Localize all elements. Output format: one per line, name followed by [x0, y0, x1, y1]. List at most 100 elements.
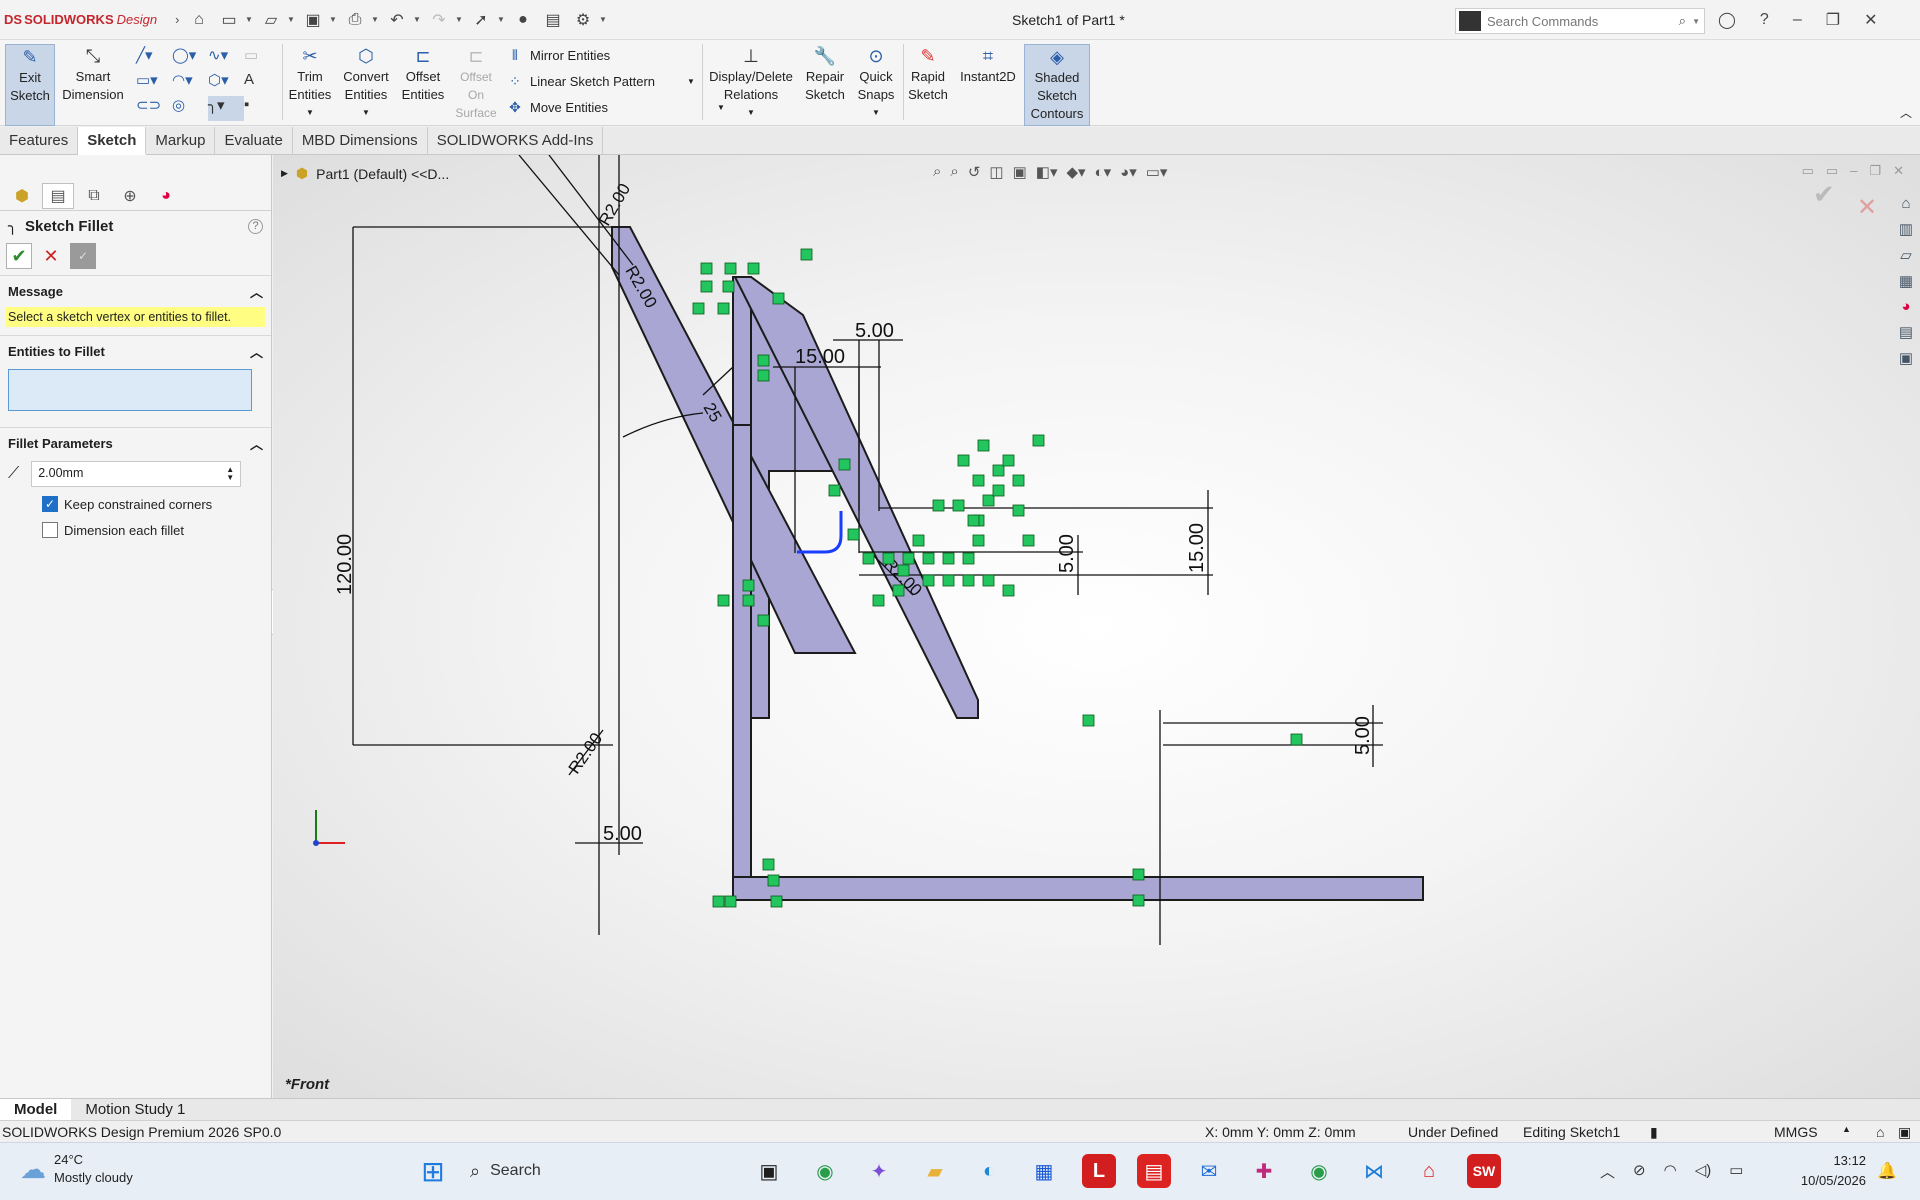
relation-glyph[interactable]: [828, 484, 841, 497]
exit-sketch-button[interactable]: ✎ Exit Sketch: [5, 44, 55, 126]
undo-icon[interactable]: ↶: [383, 6, 411, 34]
relation-glyph[interactable]: [942, 552, 955, 565]
message-section-header[interactable]: Message ︿: [0, 275, 271, 305]
chevron-down-icon[interactable]: ▼: [599, 15, 609, 24]
chevron-down-icon[interactable]: ▼: [413, 15, 423, 24]
relation-glyph[interactable]: [897, 564, 910, 577]
graphics-area[interactable]: ▶ ⬢ Part1 (Default) <<D... ⌕ ⌕ ↺ ◫ ▣ ◧▾ …: [273, 155, 1920, 1098]
relation-glyph[interactable]: [1012, 504, 1025, 517]
relation-glyph[interactable]: [772, 292, 785, 305]
relation-glyph[interactable]: [847, 528, 860, 541]
chrome-icon[interactable]: ◉: [808, 1154, 842, 1188]
tab-solidworks-addins[interactable]: SOLIDWORKS Add-Ins: [428, 127, 604, 155]
open-folder-icon[interactable]: ▱: [257, 6, 285, 34]
chevron-down-icon[interactable]: ▼: [245, 15, 255, 24]
dim-15-right[interactable]: 15.00: [1186, 523, 1208, 573]
chevron-down-icon[interactable]: ▼: [687, 77, 695, 86]
relation-glyph[interactable]: [712, 895, 725, 908]
relation-glyph[interactable]: [1002, 454, 1015, 467]
bottom-flange[interactable]: [732, 876, 1424, 901]
file-properties-icon[interactable]: ▤: [539, 6, 567, 34]
point-icon[interactable]: ◎: [172, 96, 208, 121]
relation-glyph[interactable]: [862, 552, 875, 565]
search-commands-input[interactable]: Search Commands ⌕ ▼: [1455, 8, 1705, 34]
tab-markup[interactable]: Markup: [146, 127, 216, 155]
arc-icon[interactable]: ◠▾: [172, 71, 208, 96]
relation-glyph[interactable]: [962, 574, 975, 587]
chevron-up-icon[interactable]: ︿: [250, 434, 263, 453]
relation-glyph[interactable]: [992, 484, 1005, 497]
repair-sketch-button[interactable]: 🔧 Repair Sketch: [800, 44, 850, 104]
chevron-up-icon[interactable]: ︿: [1600, 1161, 1615, 1182]
feature-manager-icon[interactable]: ⬢: [6, 183, 38, 209]
clock[interactable]: 13:12 10/05/2026: [1780, 1151, 1866, 1191]
relation-glyph[interactable]: [757, 614, 770, 627]
fillet-radius-input[interactable]: 2.00mm ▲ ▼: [31, 461, 242, 487]
fillet-selection[interactable]: [797, 511, 843, 554]
relation-glyph[interactable]: [942, 574, 955, 587]
keep-constrained-corners-checkbox[interactable]: ✓ Keep constrained corners: [0, 491, 271, 517]
relation-glyph[interactable]: [882, 552, 895, 565]
trim-entities-button[interactable]: ✂ Trim Entities ▼: [285, 44, 335, 122]
relation-glyph[interactable]: [722, 280, 735, 293]
relation-glyph[interactable]: [957, 454, 970, 467]
relation-glyph[interactable]: [700, 280, 713, 293]
relation-glyph[interactable]: [872, 594, 885, 607]
select-pointer-icon[interactable]: ➚: [467, 6, 495, 34]
edge-icon[interactable]: ◐: [972, 1154, 1006, 1188]
relation-glyph[interactable]: [892, 584, 905, 597]
solidworks-taskbar-icon[interactable]: SW: [1467, 1154, 1501, 1188]
relation-glyph[interactable]: [902, 552, 915, 565]
user-account-icon[interactable]: ◯: [1718, 10, 1736, 30]
configuration-manager-icon[interactable]: ⧉: [78, 183, 110, 209]
chevron-down-icon[interactable]: ▼: [371, 15, 381, 24]
relation-glyph[interactable]: [1132, 894, 1145, 907]
traffic-light-icon[interactable]: ●: [509, 6, 537, 34]
relation-glyph[interactable]: [1002, 584, 1015, 597]
taskbar-search[interactable]: ⌕ Search: [470, 1154, 740, 1188]
entities-selection-box[interactable]: [8, 369, 252, 411]
checkbox-unchecked-icon[interactable]: [42, 522, 58, 538]
windows-start-icon[interactable]: ⊞: [416, 1154, 450, 1188]
relation-glyph[interactable]: [952, 499, 965, 512]
relation-glyph[interactable]: [972, 534, 985, 547]
chevron-down-icon[interactable]: ▼: [362, 104, 370, 122]
relation-glyph[interactable]: [692, 302, 705, 315]
notifications-icon[interactable]: 🔔: [1870, 1154, 1904, 1188]
polygon-icon[interactable]: ⬡▾: [208, 71, 244, 96]
relation-glyph[interactable]: [962, 552, 975, 565]
options-gear-icon[interactable]: ⚙: [569, 6, 597, 34]
relation-glyph[interactable]: [742, 579, 755, 592]
relation-glyph[interactable]: [1290, 733, 1303, 746]
volume-icon[interactable]: ◁): [1695, 1161, 1712, 1182]
dim-r2-bottom[interactable]: R2.00: [565, 729, 607, 777]
tags-icon[interactable]: ⌂: [1876, 1124, 1884, 1140]
save-icon[interactable]: ▣: [299, 6, 327, 34]
spin-arrows-icon[interactable]: ▲ ▼: [226, 466, 234, 482]
relation-glyph[interactable]: [724, 262, 737, 275]
store-icon[interactable]: ▦: [1027, 1154, 1061, 1188]
relation-glyph[interactable]: [1022, 534, 1035, 547]
shaded-sketch-contours-button[interactable]: ◈ Shaded Sketch Contours: [1024, 44, 1090, 126]
relation-glyph[interactable]: [967, 514, 980, 527]
chevron-up-icon[interactable]: ︿: [250, 282, 263, 301]
ok-button[interactable]: ✔: [6, 243, 32, 269]
smart-dimension-button[interactable]: ⤡ Smart Dimension: [60, 44, 126, 104]
relation-glyph[interactable]: [977, 439, 990, 452]
print-icon[interactable]: ⎙: [341, 6, 369, 34]
restore-icon[interactable]: ❐: [1826, 10, 1840, 30]
vertical-wall-lower[interactable]: [732, 424, 752, 878]
relation-glyph[interactable]: [757, 369, 770, 382]
mirror-entities-button[interactable]: ⫴ Mirror Entities: [506, 46, 610, 64]
checkbox-checked-icon[interactable]: ✓: [42, 496, 58, 512]
cancel-button[interactable]: ✕: [38, 243, 64, 269]
slack-icon[interactable]: ✚: [1247, 1154, 1281, 1188]
search-icon[interactable]: ⌕: [1679, 13, 1686, 29]
chevron-up-icon[interactable]: ▲: [1842, 1124, 1851, 1134]
relation-glyph[interactable]: [1132, 868, 1145, 881]
home-icon[interactable]: ⌂: [185, 6, 213, 34]
collapse-ribbon-icon[interactable]: ︿: [1900, 104, 1912, 121]
relation-glyph[interactable]: [1032, 434, 1045, 447]
sketch-profile-base[interactable]: [609, 884, 639, 907]
chevron-down-icon[interactable]: ▼: [329, 15, 339, 24]
